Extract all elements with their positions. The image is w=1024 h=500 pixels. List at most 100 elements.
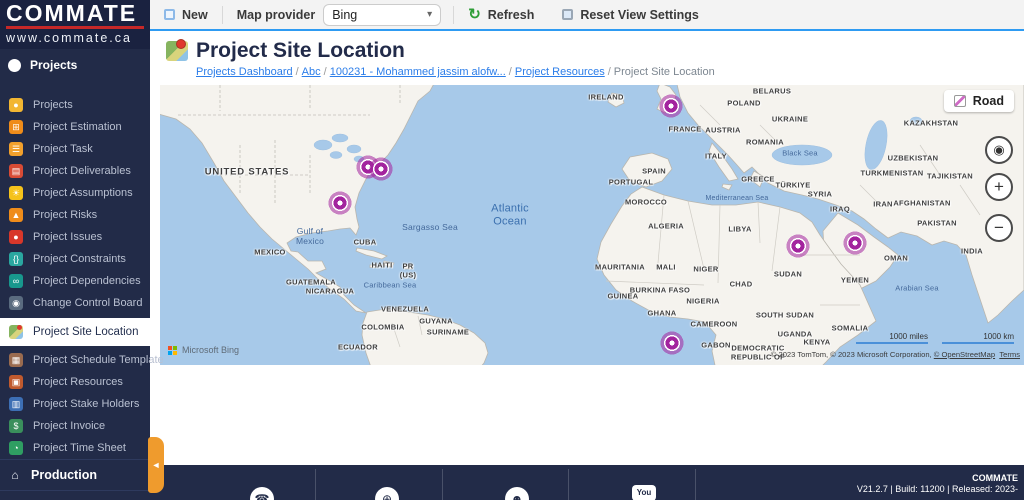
sidebar-item-label: Project Site Location [33, 326, 139, 338]
sidebar-item-change-control-board[interactable]: ◉ Change Control Board [0, 292, 150, 314]
page-header: Project Site Location Projects Dashboard… [150, 31, 1024, 78]
zoom-in-button[interactable]: + [985, 173, 1013, 201]
openstreetmap-link[interactable]: © OpenStreetMap [934, 350, 995, 359]
footer-phone-icon[interactable]: ☎ [250, 487, 274, 500]
sidebar-item-project-deliverables[interactable]: ▤ Project Deliverables [0, 160, 150, 182]
sidebar-item-project-site-location[interactable]: Project Site Location [0, 318, 150, 346]
sidebar-item-project-schedule-template[interactable]: ▦ Project Schedule Template [0, 349, 164, 371]
map-marker-6[interactable] [843, 231, 867, 255]
brand-website: www.commate.ca [6, 31, 132, 45]
sidebar-item-project-stake-holders[interactable]: ▥ Project Stake Holders [0, 393, 150, 415]
breadcrumb-link-projects-dashboard[interactable]: Projects Dashboard [196, 66, 293, 78]
attribution-text: © 2023 TomTom, © 2023 Microsoft Corporat… [770, 350, 934, 359]
breadcrumb-link-project-resources[interactable]: Project Resources [515, 66, 605, 78]
map-provider-select[interactable]: Bing ▾ [323, 3, 442, 26]
footer-version: COMMATE V21.2.7 | Build: 11200 | Release… [857, 473, 1018, 495]
new-button-label: New [182, 7, 208, 22]
sidebar-item-label: Project Resources [33, 376, 123, 388]
sidebar-item-project-risks[interactable]: ▲ Project Risks [0, 204, 150, 226]
footer-divider [315, 469, 316, 500]
breadcrumb-separator: / [508, 66, 512, 78]
map-marker-5[interactable] [786, 234, 810, 258]
map-provider-label: Map provider [236, 7, 316, 22]
map-marker-7[interactable] [660, 331, 684, 355]
project-task-icon: ☰ [9, 142, 23, 156]
terms-link[interactable]: Terms [999, 350, 1020, 359]
scale-km: 1000 km [942, 332, 1014, 344]
sidebar-item-project-constraints[interactable]: {} Project Constraints [0, 248, 150, 270]
world-map-svg [160, 85, 1024, 365]
production-icon: ⌂ [11, 468, 19, 482]
sidebar-section-production[interactable]: ⌂ Production [0, 459, 150, 490]
footer-divider [442, 469, 443, 500]
breadcrumb-separator: / [607, 66, 611, 78]
sidebar-bottom-sections: ⌂ Production ▤Reports [0, 459, 150, 500]
project-stake-holders-icon: ▥ [9, 397, 23, 411]
sidebar-item-project-estimation[interactable]: ⊞ Project Estimation [0, 116, 150, 138]
page-title: Project Site Location [196, 39, 405, 62]
breadcrumb: Projects Dashboard / Abc/100231 - Mohammed… [166, 63, 1024, 78]
refresh-button[interactable]: ↻ Refresh [454, 0, 548, 29]
chevron-down-icon: ▾ [427, 9, 433, 20]
sidebar-item-project-invoice[interactable]: $ Project Invoice [0, 415, 150, 437]
brand-logo: COMMATE [6, 1, 144, 29]
site-location-icon [166, 39, 188, 61]
sidebar-item-project-assumptions[interactable]: ☀ Project Assumptions [0, 182, 150, 204]
sidebar-item-label: Project Deliverables [33, 165, 131, 177]
sidebar-item-label: Project Stake Holders [33, 398, 140, 410]
project-schedule-template-icon: ▦ [9, 353, 23, 367]
project-resources-icon: ▣ [9, 375, 23, 389]
projects-icon: ● [9, 98, 23, 112]
sidebar-collapse-button[interactable]: ◄ [148, 437, 164, 493]
project-invoice-icon: $ [9, 419, 23, 433]
scale-miles: 1000 miles [856, 332, 928, 344]
sidebar-section-projects[interactable]: Projects [0, 49, 150, 84]
footer-person-icon[interactable]: ☻ [505, 487, 529, 500]
breadcrumb-link-abc[interactable]: Abc [302, 66, 321, 78]
sidebar-item-project-time-sheet[interactable]: ◔ Project Time Sheet [0, 437, 150, 459]
map-style-road-button[interactable]: Road [943, 90, 1014, 112]
project-time-sheet-icon: ◔ [9, 441, 23, 455]
road-style-icon [953, 95, 966, 107]
sidebar-item-project-resources[interactable]: ▣ Project Resources [0, 371, 150, 393]
sidebar: COMMATE www.commate.ca Projects ● Project… [0, 0, 164, 500]
sidebar-item-label: Project Invoice [33, 420, 106, 432]
footer-divider [568, 469, 569, 500]
footer-youtube-icon[interactable]: You [632, 485, 656, 500]
zoom-out-button[interactable]: − [985, 214, 1013, 242]
sidebar-item-label: Project Schedule Template [33, 354, 164, 366]
footer-divider [695, 469, 696, 500]
refresh-icon: ↻ [468, 6, 481, 23]
breadcrumb-link-100231-mohammed-jassim-alofw-[interactable]: 100231 - Mohammed jassim alofw... [330, 66, 506, 78]
sidebar-item-project-issues[interactable]: ● Project Issues [0, 226, 150, 248]
app-window: New Map provider Bing ▾ ↻ Refresh Reset … [0, 0, 1024, 500]
locate-me-button[interactable]: ◉ [985, 136, 1013, 164]
map-canvas[interactable]: UNITED STATES MEXICO CUBA HAITI PR (US) GUATE… [160, 85, 1024, 365]
bing-logo-text: Microsoft Bing [182, 345, 240, 355]
footer-globe-icon[interactable]: ⊕ [375, 487, 399, 500]
project-deliverables-icon: ▤ [9, 164, 23, 178]
sidebar-item-projects[interactable]: ● Projects [0, 94, 150, 116]
sidebar-item-label: Project Assumptions [33, 187, 133, 199]
sidebar-section-reports[interactable]: ▤Reports [0, 490, 150, 500]
sidebar-item-project-dependencies[interactable]: ∞ Project Dependencies [0, 270, 150, 292]
logo-block[interactable]: COMMATE www.commate.ca [0, 0, 150, 49]
footer-brand: COMMATE [972, 473, 1018, 483]
breadcrumb-current: Project Site Location [613, 66, 715, 78]
sidebar-nav: ● Projects ⊞ Project Estimation ☰ Project Tas… [0, 84, 164, 459]
sidebar-item-label: Project Task [33, 143, 93, 155]
map-marker-4[interactable] [659, 94, 683, 118]
microsoft-logo-icon [168, 345, 177, 355]
breadcrumb-separator: / [323, 66, 327, 78]
footer-bar: COMMATE V21.2.7 | Build: 11200 | Release… [150, 465, 1024, 500]
sidebar-item-project-task[interactable]: ☰ Project Task [0, 138, 150, 160]
reset-view-settings-button[interactable]: Reset View Settings [548, 0, 713, 29]
project-constraints-icon: {} [9, 252, 23, 266]
map-attribution: © 2023 TomTom, © 2023 Microsoft Corporat… [771, 350, 1020, 359]
breadcrumb-separator: / [295, 66, 299, 78]
map-marker-3[interactable] [328, 191, 352, 215]
new-button[interactable]: New [150, 0, 222, 29]
map-marker-2[interactable] [369, 157, 393, 181]
bing-logo: Microsoft Bing [168, 345, 239, 355]
project-estimation-icon: ⊞ [9, 120, 23, 134]
